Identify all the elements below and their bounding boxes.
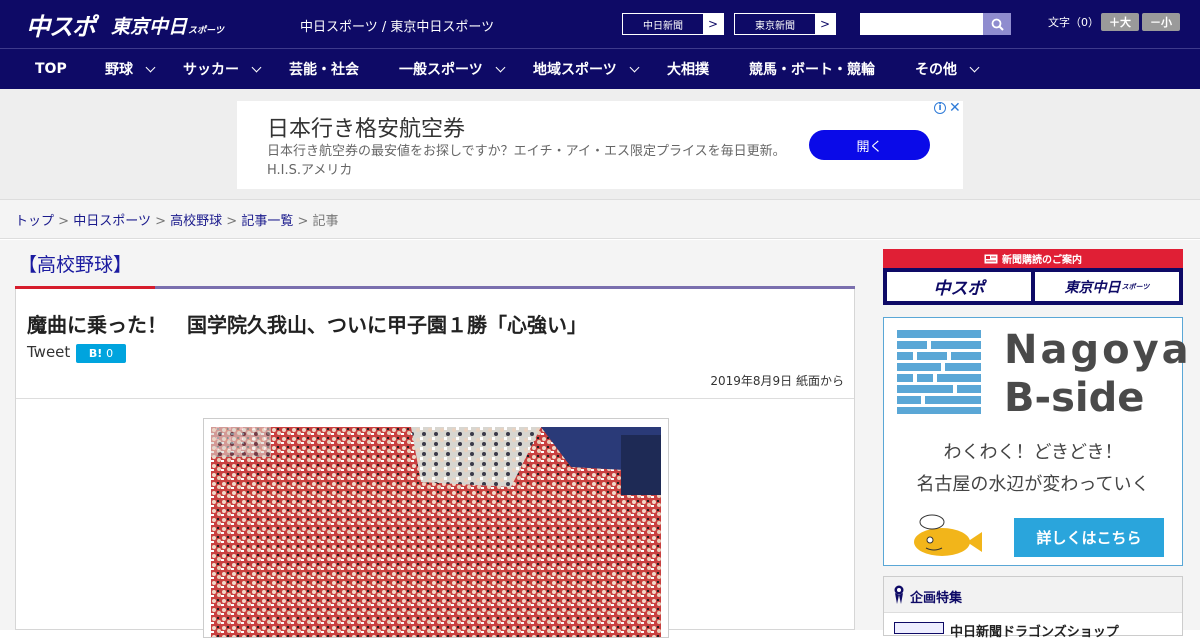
breadcrumb-highschool-baseball[interactable]: 高校野球 — [170, 214, 222, 229]
nav-label: 一般スポーツ — [399, 62, 483, 78]
tweet-button[interactable]: Tweet — [27, 343, 70, 361]
wall-pattern-icon — [897, 330, 981, 414]
bside-logo: Nagoya B-side — [1004, 326, 1192, 422]
category-title: 【高校野球】 — [18, 254, 133, 276]
article-photo[interactable] — [203, 418, 669, 638]
breadcrumb-article-list[interactable]: 記事一覧 — [241, 214, 293, 229]
tokyo-chunichi-logo-text: 東京中日 — [111, 16, 188, 38]
ad-title[interactable]: 日本行き格安航空券 — [267, 111, 465, 143]
chevron-down-icon — [969, 62, 980, 72]
nav-label: その他 — [915, 62, 957, 78]
nav-item-top[interactable]: TOP — [35, 49, 67, 89]
article-date: 2019年8月9日 紙面から — [710, 374, 844, 388]
breadcrumb-chuspo[interactable]: 中日スポーツ — [73, 214, 151, 229]
nav-item-soccer[interactable]: サッカー — [183, 49, 262, 89]
nav-label: 競馬・ボート・競輪 — [749, 62, 875, 78]
nav-label: 芸能・社会 — [289, 62, 359, 78]
dragons-shop-thumbnail[interactable] — [894, 622, 944, 634]
font-size-label: 文字（0） — [1048, 16, 1099, 29]
ribbon-icon — [894, 585, 904, 604]
stadium-crowd-image — [211, 427, 661, 637]
nav-label: サッカー — [183, 62, 239, 78]
dragons-shop-link[interactable]: 中日新聞ドラゴンズショップ — [950, 621, 1119, 640]
divider — [16, 398, 854, 399]
subscribe-tokyo-sub: スポーツ — [1121, 282, 1150, 291]
chevron-right-icon: > — [815, 14, 835, 34]
subscription-header: 新聞購読のご案内 — [883, 249, 1183, 268]
breadcrumb-top[interactable]: トップ — [15, 214, 54, 229]
hatena-count: 0 — [106, 347, 114, 360]
chunichi-shimbun-label: 中日新聞 — [643, 20, 683, 32]
nav-item-other[interactable]: その他 — [915, 49, 980, 89]
tokyo-shimbun-link[interactable]: 東京新聞 > — [734, 13, 836, 35]
font-smaller-button[interactable]: －小 — [1142, 13, 1180, 31]
search-button[interactable] — [983, 13, 1011, 35]
nav-label: 野球 — [105, 62, 133, 78]
chevron-right-icon: > — [703, 14, 723, 34]
breadcrumb-separator: > — [226, 214, 238, 229]
breadcrumb-separator: > — [58, 214, 70, 229]
nav-item-sumo[interactable]: 大相撲 — [667, 49, 709, 89]
ad-info-icon[interactable]: i — [934, 102, 946, 114]
ad-description: 日本行き航空券の最安値をお探しですか？エイチ・アイ・エス限定プライスを毎日更新。… — [267, 144, 786, 178]
site-names: 中日スポーツ / 東京中日スポーツ — [300, 20, 495, 35]
nav-item-entertainment[interactable]: 芸能・社会 — [289, 49, 359, 89]
chevron-down-icon — [145, 62, 156, 72]
chuspo-logo[interactable]: 中スポ — [26, 7, 96, 42]
nav-item-racing[interactable]: 競馬・ボート・競輪 — [749, 49, 875, 89]
subscribe-chuspo-button[interactable]: 中スポ — [887, 272, 1031, 301]
nav-label: TOP — [35, 61, 67, 77]
subscribe-tokyo-label: 東京中日 — [1064, 279, 1121, 296]
ad-open-button[interactable]: 開く — [809, 130, 930, 160]
subscription-box[interactable]: 新聞購読のご案内 中スポ 東京中日 スポーツ — [883, 249, 1183, 305]
photo-image — [211, 427, 661, 637]
font-larger-button[interactable]: ＋大 — [1101, 13, 1139, 31]
category-header: 【高校野球】 — [15, 248, 855, 289]
ad-band: 日本行き格安航空券 日本行き航空券の最安値をお探しですか？エイチ・アイ・エス限定… — [0, 89, 1200, 200]
chevron-down-icon — [495, 62, 506, 72]
tokyo-shimbun-label: 東京新聞 — [755, 20, 795, 32]
tokyo-chunichi-logo[interactable]: 東京中日スポーツ — [111, 12, 224, 39]
chevron-down-icon — [629, 62, 640, 72]
ad-banner[interactable]: 日本行き格安航空券 日本行き航空券の最安値をお探しですか？エイチ・アイ・エス限定… — [237, 100, 963, 189]
article-title: 魔曲に乗った！ 国学院久我山、ついに甲子園１勝「心強い」 — [27, 313, 587, 337]
bside-details-button[interactable]: 詳しくはこちら — [1014, 518, 1164, 557]
nav-item-general-sports[interactable]: 一般スポーツ — [399, 49, 506, 89]
breadcrumb: トップ > 中日スポーツ > 高校野球 > 記事一覧 > 記事 — [0, 200, 1200, 239]
bside-logo-line2: B-side — [1004, 375, 1145, 421]
subscribe-tokyo-button[interactable]: 東京中日 スポーツ — [1035, 272, 1179, 301]
nav-item-baseball[interactable]: 野球 — [105, 49, 156, 89]
special-features-box: 企画特集 中日新聞ドラゴンズショップ — [883, 576, 1183, 640]
newspaper-icon — [984, 254, 998, 263]
nav-label: 地域スポーツ — [533, 62, 617, 78]
chunichi-shimbun-link[interactable]: 中日新聞 > — [622, 13, 724, 35]
search-input[interactable] — [860, 13, 983, 35]
chevron-down-icon — [251, 62, 262, 72]
nav-item-regional-sports[interactable]: 地域スポーツ — [533, 49, 640, 89]
mascot-fish-icon — [914, 514, 982, 556]
nav-label: 大相撲 — [667, 62, 709, 78]
search-icon — [991, 18, 1004, 31]
hatena-label: B! — [88, 347, 103, 360]
main-nav: TOP 野球 サッカー 芸能・社会 一般スポーツ 地域スポーツ 大相撲 競馬・ボ… — [0, 48, 1200, 89]
breadcrumb-separator: > — [297, 214, 309, 229]
nagoya-bside-ad[interactable]: Nagoya B-side わくわく！どきどき！ 名古屋の水辺が変わっていく 詳し… — [883, 317, 1189, 566]
subscription-header-label: 新聞購読のご案内 — [1002, 255, 1082, 266]
special-features-header: 企画特集 — [884, 577, 1182, 613]
hatena-bookmark-button[interactable]: B! 0 — [76, 344, 126, 363]
breadcrumb-current: 記事 — [312, 214, 339, 229]
tokyo-chunichi-logo-sub: スポーツ — [188, 26, 224, 36]
article: 魔曲に乗った！ 国学院久我山、ついに甲子園１勝「心強い」 Tweet B! 0 … — [15, 289, 855, 638]
bside-text-2: 名古屋の水辺が変わっていく — [916, 474, 1150, 495]
ad-close-icon[interactable]: ✕ — [949, 100, 961, 116]
bside-text-1: わくわく！どきどき！ — [943, 442, 1123, 463]
special-features-title: 企画特集 — [910, 591, 963, 606]
site-header: 中スポ 東京中日スポーツ 中日スポーツ / 東京中日スポーツ 中日新聞 > 東京… — [0, 0, 1200, 48]
bside-logo-line1: Nagoya — [1004, 327, 1192, 373]
breadcrumb-separator: > — [155, 214, 166, 229]
